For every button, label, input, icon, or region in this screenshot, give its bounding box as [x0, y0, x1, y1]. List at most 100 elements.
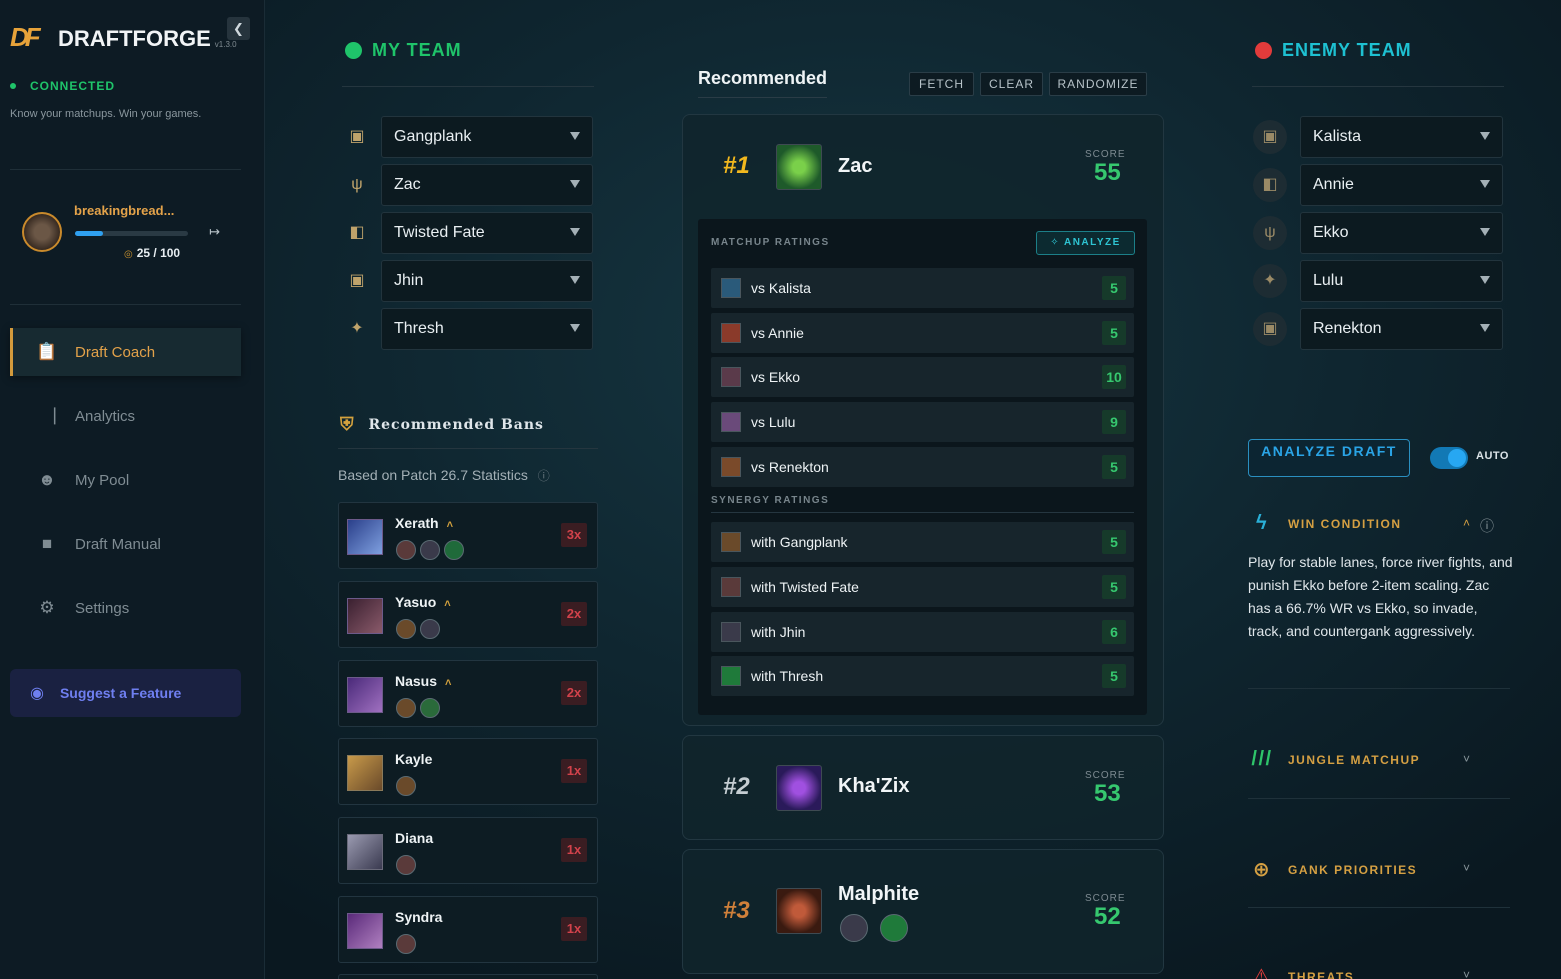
champion-icon — [721, 577, 741, 597]
chevron-down-icon[interactable]: ˅ — [1463, 752, 1470, 766]
ban-card[interactable]: Yasuo ˄ 2x — [338, 581, 598, 648]
my-team-pick-5[interactable]: Thresh — [381, 308, 593, 350]
threat-champion-icon — [396, 619, 416, 639]
nav-item-draft-coach[interactable]: 📋 Draft Coach — [10, 328, 241, 376]
randomize-button[interactable]: RANDOMIZE — [1049, 72, 1147, 96]
ban-champion: Yasuo ˄ — [395, 594, 451, 610]
enemy-team-pick-2[interactable]: Annie — [1300, 164, 1503, 206]
divider — [711, 512, 1134, 513]
chevron-left-icon: ❮ — [233, 21, 244, 36]
auto-toggle[interactable] — [1430, 447, 1468, 469]
discord-icon: ◉ — [30, 685, 44, 702]
my-team-pick-4[interactable]: Jhin — [381, 260, 593, 302]
recommendation-card-2[interactable] — [682, 735, 1164, 840]
divider — [338, 448, 598, 449]
app-logo[interactable]: DF DRAFTFORGE v1.3.0 — [10, 22, 237, 56]
synergy-text: with Twisted Fate — [751, 579, 859, 595]
dropdown-arrow-icon — [1480, 324, 1490, 332]
bar-chart-icon: ⎹ — [38, 406, 56, 425]
threats-header[interactable]: ⚠ THREATS — [1250, 964, 1354, 979]
analyze-draft-button[interactable]: ANALYZE DRAFT — [1248, 439, 1410, 477]
win-condition-text: Play for stable lanes, force river fight… — [1248, 554, 1513, 639]
suggest-feature-button[interactable]: ◉ Suggest a Feature — [10, 669, 241, 717]
enemy-team-pick-1[interactable]: Kalista — [1300, 116, 1503, 158]
rank-badge: #1 — [723, 152, 750, 179]
auto-label: AUTO — [1476, 450, 1509, 462]
enemy-team-pick-3[interactable]: Ekko — [1300, 212, 1503, 254]
jungle-matchup-title: JUNGLE MATCHUP — [1288, 752, 1421, 767]
role-jungle-icon: ψ — [1253, 216, 1287, 250]
rank-badge: #2 — [723, 773, 750, 800]
nav-item-draft-manual[interactable]: ■ Draft Manual — [10, 520, 241, 568]
lightning-icon: ϟ — [1255, 512, 1269, 534]
divider — [1252, 86, 1504, 87]
gear-icon: ⚙ — [39, 598, 55, 617]
usage-count-value: 25 / 100 — [136, 246, 181, 260]
role-top-icon: ▣ — [1253, 120, 1287, 154]
nav-label: Settings — [75, 599, 130, 617]
ban-champion: Kayle — [395, 751, 432, 767]
trend-up-icon: ˄ — [444, 598, 451, 610]
trend-up-icon: ˄ — [446, 519, 454, 531]
ban-champion-name: Yasuo — [395, 594, 437, 610]
ban-card[interactable]: Diana 1x — [338, 817, 598, 884]
chevron-down-icon[interactable]: ˅ — [1463, 861, 1470, 875]
ban-multiplier: 3x — [561, 523, 587, 547]
ban-multiplier: 2x — [561, 681, 587, 705]
analyze-button[interactable]: ✧ ANALYZE — [1036, 231, 1135, 255]
gank-priorities-header[interactable]: ⊕ GANK PRIORITIES — [1250, 857, 1417, 882]
ban-champion-name: Xerath — [395, 515, 439, 531]
champion-icon — [721, 532, 741, 552]
my-team-pick-1[interactable]: Gangplank — [381, 116, 593, 158]
logout-icon[interactable]: ↦ — [209, 224, 220, 240]
my-team-pick-2[interactable]: Zac — [381, 164, 593, 206]
matchup-text: vs Ekko — [751, 369, 801, 385]
my-team-pick-3[interactable]: Twisted Fate — [381, 212, 593, 254]
fetch-button[interactable]: FETCH — [909, 72, 974, 96]
usage-count: ◎ 25 / 100 — [124, 246, 180, 260]
champion-name: Kha'Zix — [838, 775, 910, 797]
rating-value: 9 — [1102, 410, 1126, 434]
ban-champion: Diana — [395, 830, 433, 846]
ban-card[interactable] — [338, 974, 598, 979]
jungle-matchup-header[interactable]: /// JUNGLE MATCHUP — [1250, 748, 1420, 771]
ban-card[interactable]: Xerath ˄ 3x — [338, 502, 598, 569]
info-icon[interactable]: ⓘ — [1480, 516, 1494, 536]
divider — [10, 304, 241, 305]
ban-multiplier: 1x — [561, 838, 587, 862]
nav-item-my-pool[interactable]: ☻ My Pool — [10, 456, 241, 504]
synergy-champion-icon — [840, 914, 868, 942]
collapse-sidebar-button[interactable]: ❮ — [227, 17, 250, 40]
ban-card[interactable]: Syndra 1x — [338, 896, 598, 963]
synergy-champion-icon — [880, 914, 908, 942]
pick-value: Renekton — [1313, 320, 1382, 337]
enemy-team-pick-4[interactable]: Lulu — [1300, 260, 1503, 302]
ban-champion-name: Nasus — [395, 673, 438, 689]
enemy-team-pick-5[interactable]: Renekton — [1300, 308, 1503, 350]
sidebar: DF DRAFTFORGE v1.3.0 ❮ CONNECTED Know yo… — [0, 0, 265, 979]
ban-card[interactable]: Kayle 1x — [338, 738, 598, 805]
warning-icon: ⚠ — [1252, 966, 1272, 979]
threat-champion-icon — [396, 855, 416, 875]
champion-icon — [721, 323, 741, 343]
threat-champion-icon — [396, 776, 416, 796]
champion-icon — [721, 622, 741, 642]
ban-multiplier: 2x — [561, 602, 587, 626]
recommendation-card-3[interactable] — [682, 849, 1164, 974]
nav-item-analytics[interactable]: ⎹ Analytics — [10, 392, 241, 440]
chevron-down-icon[interactable]: ˅ — [1463, 968, 1470, 979]
matchup-row: vs Renekton 5 — [711, 447, 1134, 487]
nav-item-settings[interactable]: ⚙ Settings — [10, 584, 241, 632]
win-condition-header[interactable]: ϟ WIN CONDITION — [1250, 512, 1402, 535]
ban-card[interactable]: Nasus ˄ 2x — [338, 660, 598, 727]
trend-up-icon: ˄ — [445, 677, 452, 689]
avatar[interactable] — [22, 212, 62, 252]
suggest-feature-label: Suggest a Feature — [59, 685, 182, 701]
nav-label: Analytics — [75, 407, 136, 425]
role-mid-icon: ◧ — [349, 224, 365, 241]
info-icon[interactable]: ⓘ — [538, 469, 550, 483]
rating-value: 6 — [1102, 620, 1126, 644]
chevron-up-icon[interactable]: ˄ — [1463, 516, 1470, 530]
nav-label: Draft Coach — [75, 343, 156, 361]
clear-button[interactable]: CLEAR — [980, 72, 1043, 96]
